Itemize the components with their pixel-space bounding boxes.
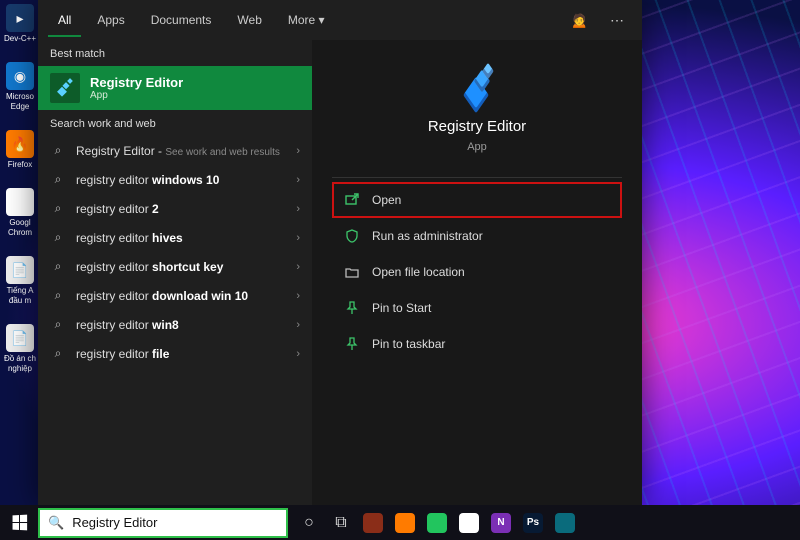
search-suggestion[interactable]: ⌕ registry editor windows 10 › (38, 165, 312, 194)
results-right-pane: Registry Editor App Open Run as administ… (312, 40, 642, 505)
search-icon: ⌕ (50, 317, 66, 332)
search-icon: ⌕ (50, 346, 66, 361)
desktop-icon[interactable]: 📄Tiếng A đầu m (2, 256, 38, 306)
taskbar: 🔍 ○⧉ ◎NPs (0, 505, 800, 540)
suggestion-text: registry editor windows 10 (76, 173, 286, 187)
more-options-icon[interactable]: ⋯ (602, 6, 632, 35)
taskbar-icon-cortana[interactable]: ○ (294, 508, 324, 538)
search-tabs: AllAppsDocumentsWebMore ▾ 🙍 ⋯ (38, 0, 642, 40)
taskbar-icon-task-view[interactable]: ⧉ (326, 508, 356, 538)
search-icon: ⌕ (50, 201, 66, 216)
best-match-subtitle: App (90, 90, 183, 101)
desktop-icon[interactable]: ◎Googl Chrom (2, 188, 38, 238)
windows-logo-icon (12, 515, 27, 531)
best-match-title: Registry Editor (90, 75, 183, 90)
chevron-right-icon: › (296, 145, 300, 157)
registry-editor-icon (50, 73, 80, 103)
desktop-icon[interactable]: 🔥Firefox (2, 130, 38, 170)
search-input[interactable] (72, 515, 278, 530)
search-suggestion[interactable]: ⌕ Registry Editor - See work and web res… (38, 136, 312, 165)
action-label: Open (372, 193, 401, 207)
chevron-right-icon: › (296, 174, 300, 186)
chevron-right-icon: › (296, 319, 300, 331)
taskbar-icon-chrome[interactable]: ◎ (454, 508, 484, 538)
search-web-header: Search work and web (38, 110, 312, 136)
chevron-right-icon: › (296, 232, 300, 244)
suggestion-text: registry editor file (76, 347, 286, 361)
folder-icon (344, 264, 360, 280)
shield-icon (344, 228, 360, 244)
search-icon: 🔍 (48, 515, 64, 531)
action-label: Pin to Start (372, 301, 431, 315)
search-icon: ⌕ (50, 288, 66, 303)
desktop-icon[interactable]: 📄Đồ án ch nghiệp (2, 324, 38, 374)
chevron-right-icon: › (296, 290, 300, 302)
chevron-right-icon: › (296, 203, 300, 215)
search-suggestion[interactable]: ⌕ registry editor download win 10 › (38, 281, 312, 310)
taskbar-app-icons: ○⧉ ◎NPs (294, 508, 580, 538)
taskbar-icon-edge[interactable] (550, 508, 580, 538)
results-left-pane: Best match Registry Editor App Search wo… (38, 40, 312, 505)
search-tab-documents[interactable]: Documents (141, 3, 222, 37)
action-run-as-administrator[interactable]: Run as administrator (332, 218, 622, 254)
action-label: Open file location (372, 265, 465, 279)
feedback-icon[interactable]: 🙍 (563, 6, 596, 35)
action-open[interactable]: Open (332, 182, 622, 218)
search-suggestion[interactable]: ⌕ registry editor 2 › (38, 194, 312, 223)
taskbar-icon-photoshop[interactable]: Ps (518, 508, 548, 538)
chevron-right-icon: › (296, 348, 300, 360)
suggestion-text: registry editor download win 10 (76, 289, 286, 303)
search-tab-more[interactable]: More ▾ (278, 3, 335, 37)
app-hero-title: Registry Editor (428, 118, 526, 135)
suggestion-text: registry editor 2 (76, 202, 286, 216)
divider (332, 177, 622, 178)
taskbar-search-box[interactable]: 🔍 (38, 508, 288, 538)
app-hero-subtitle: App (467, 141, 487, 153)
desktop-icon[interactable]: ◉Microso Edge (2, 62, 38, 112)
suggestion-text: registry editor win8 (76, 318, 286, 332)
start-search-panel: AllAppsDocumentsWebMore ▾ 🙍 ⋯ Best match… (38, 0, 642, 505)
action-pin-to-taskbar[interactable]: Pin to taskbar (332, 326, 622, 362)
search-suggestion[interactable]: ⌕ registry editor win8 › (38, 310, 312, 339)
search-icon: ⌕ (50, 143, 66, 158)
search-suggestion[interactable]: ⌕ registry editor file › (38, 339, 312, 368)
open-icon (344, 192, 360, 208)
pin-icon (344, 300, 360, 316)
best-match-header: Best match (38, 40, 312, 66)
suggestion-text: registry editor shortcut key (76, 260, 286, 274)
taskbar-icon-firefox[interactable] (390, 508, 420, 538)
suggestion-text: Registry Editor - See work and web resul… (76, 144, 286, 158)
start-button[interactable] (0, 505, 38, 540)
search-tab-apps[interactable]: Apps (87, 3, 134, 37)
taskbar-icon-app-red[interactable] (358, 508, 388, 538)
search-suggestion[interactable]: ⌕ registry editor shortcut key › (38, 252, 312, 281)
search-icon: ⌕ (50, 230, 66, 245)
chevron-right-icon: › (296, 261, 300, 273)
action-open-file-location[interactable]: Open file location (332, 254, 622, 290)
search-suggestion[interactable]: ⌕ registry editor hives › (38, 223, 312, 252)
taskbar-icon-line[interactable] (422, 508, 452, 538)
pin-icon (344, 336, 360, 352)
search-tab-web[interactable]: Web (227, 3, 271, 37)
action-pin-to-start[interactable]: Pin to Start (332, 290, 622, 326)
search-icon: ⌕ (50, 172, 66, 187)
taskbar-icon-onenote[interactable]: N (486, 508, 516, 538)
search-icon: ⌕ (50, 259, 66, 274)
action-label: Pin to taskbar (372, 337, 445, 351)
search-tab-all[interactable]: All (48, 3, 81, 37)
app-hero-icon (453, 64, 501, 112)
desktop-icon[interactable]: ▸Dev-C++ (2, 4, 38, 44)
suggestion-text: registry editor hives (76, 231, 286, 245)
desktop-icons: ▸Dev-C++ ◉Microso Edge 🔥Firefox ◎Googl Chro… (2, 0, 40, 374)
action-label: Run as administrator (372, 229, 483, 243)
best-match-item[interactable]: Registry Editor App (38, 66, 312, 110)
